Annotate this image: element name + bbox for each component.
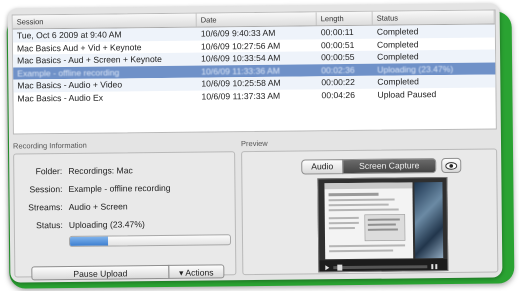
preview-panel: Preview Audio Screen Capture: [241, 136, 499, 276]
cell-length: 00:04:26: [321, 89, 356, 101]
cell-session: Mac Basics - Audio Ex: [17, 92, 104, 104]
cell-length: 00:02:36: [321, 64, 355, 76]
recording-information-title: Recording Information: [12, 140, 87, 151]
screen-capture-preview: [317, 176, 449, 273]
preview-document-thumbnail: [324, 182, 414, 260]
playhead-icon: [337, 264, 343, 271]
recording-information-box: Folder: Recordings: Mac Session: Example…: [13, 151, 237, 281]
cell-date: 10/6/09 11:37:33 AM: [201, 90, 281, 102]
column-header-status[interactable]: Status: [372, 10, 495, 25]
folder-row: Folder: Recordings: Mac: [14, 164, 224, 176]
cell-status: Uploading (23.47%): [377, 63, 454, 75]
cell-session: Example - offline recording: [17, 67, 120, 79]
actions-button[interactable]: ▾ Actions: [168, 264, 225, 279]
cell-length: 00:00:55: [321, 52, 355, 63]
streams-value: Audio + Screen: [68, 201, 128, 212]
screen-capture-tab[interactable]: Screen Capture: [342, 158, 437, 175]
column-header-date[interactable]: Date: [196, 12, 317, 27]
cell-length: 00:00:51: [320, 39, 355, 50]
cell-date: 10/6/09 10:27:56 AM: [200, 40, 281, 52]
recordings-table: Session Date Length Status Tue, Oct 6 20…: [11, 9, 497, 135]
folder-value: Recordings: Mac: [68, 165, 133, 176]
audio-tab[interactable]: Audio: [301, 159, 344, 175]
cell-length: 00:00:22: [321, 77, 355, 88]
eye-toggle-button[interactable]: [441, 157, 462, 174]
pause-upload-button[interactable]: Pause Upload: [31, 264, 170, 281]
cell-date: 10/6/09 9:40:33 AM: [200, 27, 276, 39]
preview-desktop-thumbnail: [414, 182, 444, 259]
streams-label: Streams:: [28, 202, 63, 213]
streams-row: Streams: Audio + Screen: [15, 200, 225, 212]
session-value: Example - offline recording: [68, 182, 171, 194]
session-label: Session:: [29, 184, 63, 195]
upload-progress-bar: [68, 234, 232, 247]
recordings-window: Session Date Length Status Tue, Oct 6 20…: [7, 3, 503, 283]
cell-length: 00:00:11: [320, 26, 354, 38]
playback-controls: [325, 264, 438, 271]
column-header-length[interactable]: Length: [316, 11, 373, 26]
table-body: Tue, Oct 6 2009 at 9:40 AM 10/6/09 9:40:…: [12, 24, 496, 105]
status-label: Status:: [36, 220, 63, 231]
folder-label: Folder:: [35, 166, 63, 177]
status-value: Uploading (23.47%): [68, 219, 145, 230]
status-row: Status: Uploading (23.47%): [15, 218, 225, 230]
cell-date: 10/6/09 10:25:58 AM: [201, 78, 281, 89]
preview-playback-bar[interactable]: [319, 258, 448, 272]
column-header-session[interactable]: Session: [12, 13, 197, 29]
upload-progress-fill: [69, 236, 108, 246]
recording-information-panel: Recording Information Folder: Recordings…: [12, 139, 237, 281]
play-icon: [325, 265, 330, 271]
session-row: Session: Example - offline recording: [14, 182, 224, 194]
preview-document-lines: [324, 182, 413, 253]
cell-date: 10/6/09 11:33:36 AM: [201, 65, 280, 77]
cell-date: 10/6/09 10:33:54 AM: [201, 52, 281, 64]
cell-status: Upload Paused: [377, 89, 437, 100]
eye-icon: [445, 161, 458, 170]
